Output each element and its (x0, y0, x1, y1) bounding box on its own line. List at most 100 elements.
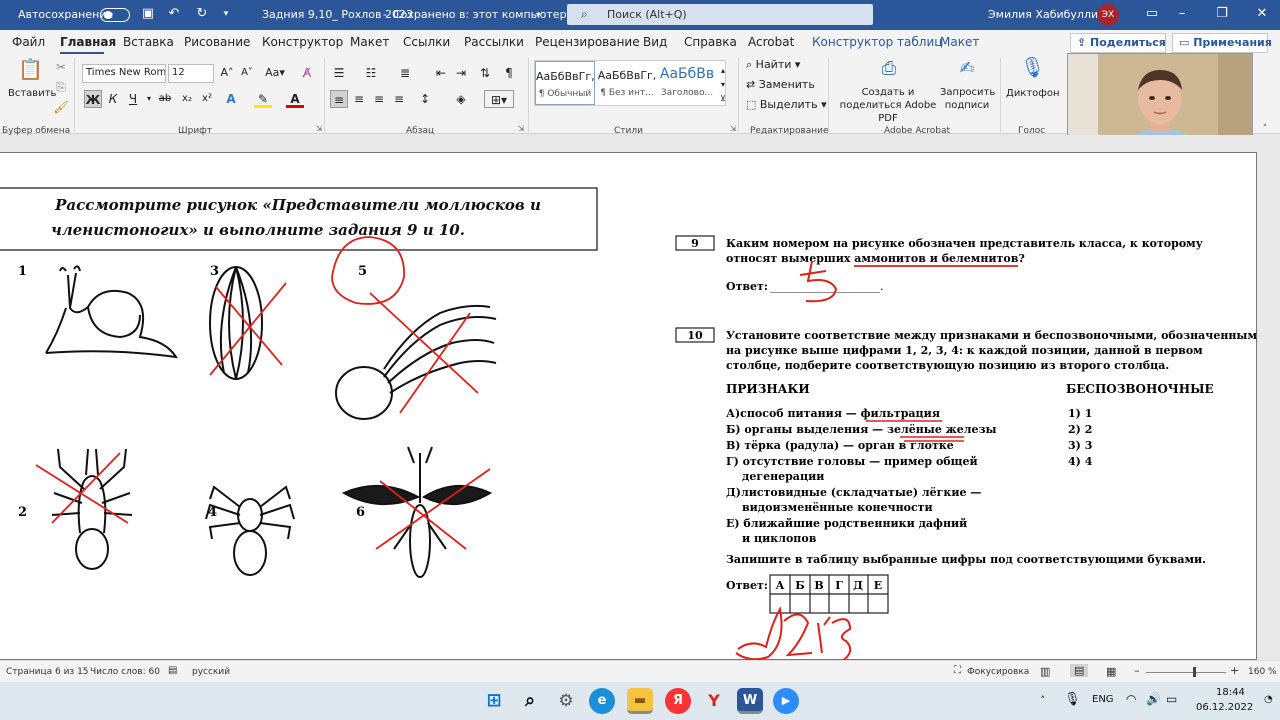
yandex-browser-icon[interactable]: Y (701, 688, 727, 714)
change-case-icon[interactable]: Aa▾ (262, 64, 288, 82)
save-status[interactable]: Сохранено в: этот компьютер (393, 8, 567, 21)
share-button[interactable]: ⇪ Поделиться (1070, 33, 1166, 53)
style-no-spacing[interactable]: АаБбВвГг, ¶ Без инт... (597, 61, 657, 105)
tab-table-layout[interactable]: Макет (940, 35, 979, 49)
restore-icon[interactable]: ❐ (1214, 6, 1230, 22)
microphone-tray-icon[interactable]: 🎙 (1064, 692, 1081, 707)
font-name-select[interactable]: Times New Rom (82, 64, 166, 83)
sort-icon[interactable]: ⇅ (476, 64, 494, 82)
create-pdf-button[interactable]: Создать и поделиться Adobe PDF (836, 86, 940, 125)
bullets-icon[interactable]: ☰ (330, 64, 348, 82)
close-icon[interactable]: ✕ (1254, 6, 1270, 22)
search-box[interactable]: ⌕ Поиск (Alt+Q) (567, 4, 873, 25)
search-icon[interactable]: ⌕ (517, 688, 543, 714)
save-status-chevron-icon[interactable]: ▾ (536, 10, 540, 19)
styles-more-icon[interactable]: ⊻ (714, 90, 732, 108)
focus-mode-button[interactable]: Фокусировка (967, 667, 1029, 677)
wifi-icon[interactable]: ◠ (1126, 692, 1136, 706)
undo-icon[interactable]: ↶ (166, 6, 182, 22)
highlight-icon[interactable]: ✎ (254, 90, 272, 108)
select-button[interactable]: ⬚ Выделить ▾ (746, 98, 827, 111)
settings-icon[interactable]: ⚙ (553, 688, 579, 714)
align-right-icon[interactable]: ≡ (370, 90, 388, 108)
zoom-app-icon[interactable]: ▶ (773, 688, 799, 714)
yandex-icon[interactable]: Я (665, 688, 691, 714)
tab-draw[interactable]: Рисование (184, 35, 250, 49)
strikethrough-button[interactable]: ab (156, 90, 174, 108)
borders-icon[interactable]: ⊞▾ (484, 90, 514, 108)
italic-button[interactable]: К (104, 90, 122, 108)
superscript-button[interactable]: x² (198, 90, 216, 108)
align-left-icon[interactable]: ≡ (330, 90, 348, 108)
focus-icon[interactable]: ⛶ (954, 665, 961, 676)
tab-file[interactable]: Файл (12, 35, 45, 49)
read-mode-icon[interactable]: ▥ (1040, 665, 1050, 678)
battery-icon[interactable]: ▭ (1166, 692, 1177, 706)
customize-toolbar-icon[interactable]: ▾ (218, 6, 234, 22)
tab-help[interactable]: Справка (684, 35, 737, 49)
microphone-icon[interactable]: 🎙 (1020, 57, 1045, 86)
create-pdf-icon[interactable]: ⎙ (878, 60, 900, 84)
clear-formatting-icon[interactable]: A̸ (298, 64, 316, 82)
request-signatures-button[interactable]: Запросить подписи (940, 86, 995, 112)
style-normal[interactable]: АаБбВвГг, ¶ Обычный (535, 61, 595, 105)
cut-icon[interactable]: ✂ (52, 58, 70, 76)
zoom-in-icon[interactable]: + (1230, 664, 1239, 677)
tab-design[interactable]: Конструктор (262, 35, 343, 49)
shading-icon[interactable]: ◈ (452, 90, 470, 108)
word-icon[interactable]: W (737, 688, 763, 714)
edge-icon[interactable]: e (589, 688, 615, 714)
redo-icon[interactable]: ↻ (194, 6, 210, 22)
minimize-icon[interactable]: – (1174, 6, 1190, 22)
volume-icon[interactable]: 🔊 (1146, 692, 1161, 706)
text-effects-icon[interactable]: A (222, 90, 240, 108)
tab-references[interactable]: Ссылки (403, 35, 450, 49)
format-painter-icon[interactable]: 🖌 (52, 98, 70, 116)
increase-indent-icon[interactable]: ⇥ (452, 64, 470, 82)
word-count[interactable]: Число слов: 60 (90, 667, 160, 677)
file-explorer-icon[interactable]: ▬ (627, 688, 653, 714)
language-indicator[interactable]: русский (192, 667, 230, 677)
zoom-out-icon[interactable]: – (1134, 664, 1140, 677)
web-layout-icon[interactable]: ▦ (1106, 665, 1116, 678)
zoom-slider-track[interactable] (1146, 672, 1226, 673)
font-size-select[interactable]: 12 (168, 64, 214, 83)
line-spacing-icon[interactable]: ↕ (416, 90, 434, 108)
autosave-toggle[interactable] (100, 8, 130, 22)
page-count[interactable]: Страница 6 из 15 (6, 667, 89, 677)
tab-insert[interactable]: Вставка (123, 35, 174, 49)
bold-button[interactable]: Ж (84, 90, 102, 108)
tab-view[interactable]: Вид (643, 35, 667, 49)
proofing-icon[interactable]: ▤ (168, 665, 177, 676)
tab-home[interactable]: Главная (60, 35, 116, 49)
font-color-icon[interactable]: A (286, 90, 304, 108)
zoom-slider-thumb[interactable] (1193, 667, 1196, 677)
show-marks-icon[interactable]: ¶ (500, 64, 518, 82)
tab-mailings[interactable]: Рассылки (464, 35, 524, 49)
align-center-icon[interactable]: ≡ (350, 90, 368, 108)
print-layout-icon[interactable]: ▤ (1070, 664, 1089, 677)
justify-icon[interactable]: ≡ (390, 90, 408, 108)
tab-review[interactable]: Рецензирование (535, 35, 640, 49)
shrink-font-icon[interactable]: A˅ (238, 64, 256, 82)
comments-button[interactable]: ▭ Примечания (1172, 33, 1272, 53)
clock-time[interactable]: 18:44 (1216, 687, 1245, 698)
paste-button[interactable]: Вставить (8, 88, 56, 99)
document-page[interactable]: Рассмотрите рисунок «Представители моллю… (0, 152, 1265, 660)
find-button[interactable]: ⌕ Найти ▾ (746, 58, 800, 72)
decrease-indent-icon[interactable]: ⇤ (432, 64, 450, 82)
zoom-level[interactable]: 160 % (1248, 667, 1277, 677)
subscript-button[interactable]: x₂ (178, 90, 196, 108)
dictate-button[interactable]: Диктофон (1006, 88, 1060, 99)
input-language[interactable]: ENG (1092, 694, 1114, 705)
replace-button[interactable]: ⇄ Заменить (746, 78, 815, 91)
avatar[interactable]: ЭХ (1097, 4, 1119, 26)
grow-font-icon[interactable]: A˄ (218, 64, 236, 82)
tray-chevron-icon[interactable]: ˄ (1040, 694, 1046, 707)
save-icon[interactable]: ▣ (140, 6, 156, 22)
tab-acrobat[interactable]: Acrobat (748, 35, 794, 49)
tab-table-design[interactable]: Конструктор таблиц (812, 35, 942, 49)
user-name[interactable]: Эмилия Хабибуллина (988, 8, 1112, 21)
tab-layout[interactable]: Макет (350, 35, 389, 49)
copy-icon[interactable]: ⎘ (52, 78, 70, 96)
